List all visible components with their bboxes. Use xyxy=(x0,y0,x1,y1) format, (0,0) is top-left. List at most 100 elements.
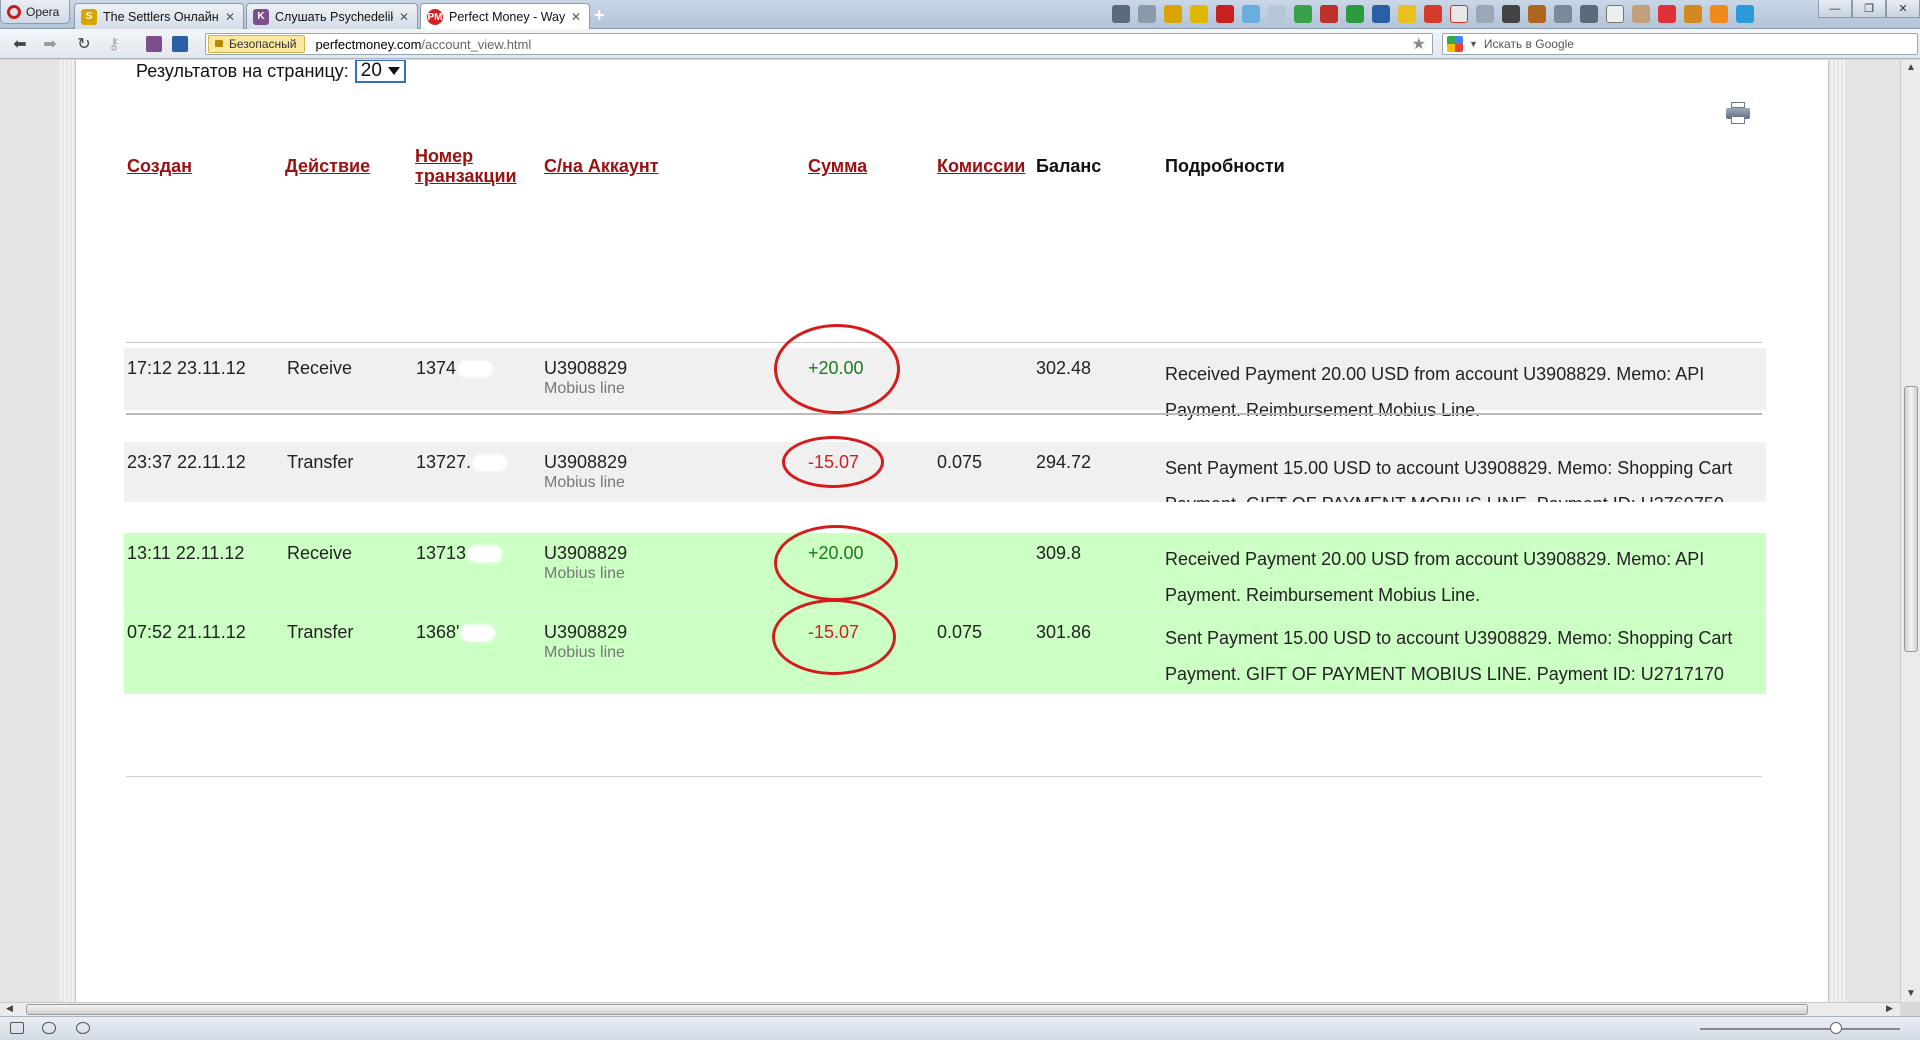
tab-label: Perfect Money - Way t... xyxy=(449,10,565,24)
results-per-page: Результатов на страницу: 20 xyxy=(136,60,406,83)
minimize-button[interactable]: — xyxy=(1818,0,1852,18)
speedometer-icon[interactable] xyxy=(76,1022,90,1034)
security-badge[interactable]: Безопасный xyxy=(208,35,306,53)
column-header-fee[interactable]: Комиссии xyxy=(937,156,1025,176)
column-header-transaction-line2: транзакции xyxy=(415,166,517,186)
mail-extension-icon[interactable] xyxy=(1216,5,1234,23)
bear-extension-icon[interactable] xyxy=(1528,5,1546,23)
compass-extension-icon[interactable] xyxy=(1606,5,1624,23)
reload-extension-icon[interactable] xyxy=(1632,5,1650,23)
row-account: U3908829 Mobius line xyxy=(544,452,627,492)
tab-psychedelik[interactable]: K Слушать Psychedelik ... ✕ xyxy=(246,3,418,29)
column-header-amount[interactable]: Сумма xyxy=(808,156,867,176)
address-field[interactable]: Безопасный perfectmoney.com/account_view… xyxy=(205,33,1433,55)
forward-arrow-icon[interactable]: ➡ xyxy=(40,34,60,54)
settlers-favicon-icon: S xyxy=(81,8,97,25)
opera-menu-label: Opera xyxy=(26,4,60,19)
url-path: /account_view.html xyxy=(421,36,532,52)
tab-close-icon[interactable]: ✕ xyxy=(225,10,235,24)
film-extension-icon[interactable] xyxy=(1502,5,1520,23)
speed-dial-icon[interactable] xyxy=(170,34,190,54)
url-domain: perfectmoney.com xyxy=(315,36,422,52)
weather-extension-icon[interactable] xyxy=(1268,5,1286,23)
odnoklassniki-extension-icon[interactable] xyxy=(1710,5,1728,23)
gift-extension-icon[interactable] xyxy=(1424,5,1442,23)
printer-icon[interactable] xyxy=(1726,102,1750,124)
row-account-id: U3908829 xyxy=(544,452,628,472)
left-page-border xyxy=(58,60,76,1002)
redaction-mark xyxy=(461,625,496,642)
cloud-icon[interactable] xyxy=(42,1022,56,1034)
key-icon[interactable]: ⚷ xyxy=(104,34,124,54)
amount-annotation-circle xyxy=(774,324,900,414)
puzzle-extension-icon[interactable] xyxy=(1190,5,1208,23)
tab-close-icon[interactable]: ✕ xyxy=(399,10,409,24)
row-created: 17:12 23.11.12 xyxy=(127,358,246,378)
row-action: Receive xyxy=(287,358,353,378)
table-bottom-divider xyxy=(126,776,1762,777)
twitter-extension-icon[interactable] xyxy=(1736,5,1754,23)
tab-close-icon[interactable]: ✕ xyxy=(571,10,581,24)
bookmark-star-icon[interactable]: ★ xyxy=(1412,34,1426,54)
camera-extension-icon[interactable] xyxy=(1580,5,1598,23)
pencil-extension-icon[interactable] xyxy=(1398,5,1416,23)
row-details: Received Payment 20.00 USD from account … xyxy=(1165,364,1705,420)
panel-toggle-icon[interactable] xyxy=(10,1022,24,1034)
search-field[interactable]: ▼ Искать в Google xyxy=(1442,33,1918,55)
row-balance: 302.48 xyxy=(1036,358,1092,378)
google-icon[interactable] xyxy=(1447,36,1463,52)
vertical-scroll-thumb[interactable] xyxy=(1904,386,1918,652)
zoom-slider-handle[interactable] xyxy=(1830,1022,1842,1034)
table-row: 23:37 22.11.12 Transfer 13727. U3908829 M… xyxy=(124,442,1766,514)
table-row: 17:12 23.11.12 Receive 1374 U3908829 Mobi… xyxy=(124,348,1766,420)
row-details: Received Payment 20.00 USD from account … xyxy=(1165,549,1705,605)
key-extension-icon[interactable] xyxy=(1112,5,1130,23)
scroll-left-arrow-icon[interactable]: ◀ xyxy=(6,1003,13,1014)
column-header-action[interactable]: Действие xyxy=(285,156,370,176)
opera-menu-button[interactable]: Opera xyxy=(0,0,70,24)
row-account-name: Mobius line xyxy=(544,474,625,491)
row-created: 23:37 22.11.12 xyxy=(127,452,246,472)
stack-extension-icon[interactable] xyxy=(1684,5,1702,23)
horizontal-scrollbar[interactable]: ◀ ▶ xyxy=(0,1002,1900,1016)
close-window-button[interactable]: ✕ xyxy=(1886,0,1920,18)
green-extension-icon[interactable] xyxy=(1294,5,1312,23)
new-tab-icon[interactable]: + xyxy=(594,5,605,26)
security-label: Безопасный xyxy=(229,37,297,51)
link-extension-icon[interactable] xyxy=(1138,5,1156,23)
vertical-scrollbar[interactable]: ▲ ▼ xyxy=(1900,60,1920,1002)
heart-extension-icon[interactable] xyxy=(1658,5,1676,23)
scroll-right-arrow-icon[interactable]: ▶ xyxy=(1886,1003,1893,1014)
row-fee: 0.075 xyxy=(937,452,983,472)
row-action: Transfer xyxy=(287,452,354,472)
sound-extension-icon[interactable] xyxy=(1476,5,1494,23)
tab-settlers[interactable]: S The Settlers Онлайн - ... ✕ xyxy=(74,3,244,29)
row-transaction-number: 13727. xyxy=(416,452,508,473)
grid-extension-icon[interactable] xyxy=(1554,5,1572,23)
column-header-account[interactable]: С/на Аккаунт xyxy=(544,156,659,176)
settlers-extension-icon[interactable] xyxy=(1164,5,1182,23)
search-engine-dropdown-icon[interactable]: ▼ xyxy=(1469,39,1478,49)
music-shortcut-icon[interactable] xyxy=(144,34,164,54)
scroll-up-arrow-icon[interactable]: ▲ xyxy=(1905,62,1917,73)
row-account-name: Mobius line xyxy=(544,380,625,397)
extension-toolbar xyxy=(1112,5,1754,23)
results-per-page-select[interactable]: 20 xyxy=(354,60,406,83)
column-header-transaction-number[interactable]: Номер транзакции xyxy=(415,146,517,186)
reload-icon[interactable]: ↻ xyxy=(74,34,94,54)
leaf-extension-icon[interactable] xyxy=(1346,5,1364,23)
amount-annotation-circle xyxy=(774,525,898,601)
back-arrow-icon[interactable]: ⬅ xyxy=(10,34,30,54)
cross-extension-icon[interactable] xyxy=(1242,5,1260,23)
restore-button[interactable]: ❐ xyxy=(1852,0,1886,18)
tab-perfect-money[interactable]: PM Perfect Money - Way t... ✕ xyxy=(420,3,590,30)
zoom-slider[interactable] xyxy=(1700,1028,1900,1030)
scroll-down-arrow-icon[interactable]: ▼ xyxy=(1905,988,1917,999)
circle-extension-icon[interactable] xyxy=(1450,5,1468,23)
column-header-created[interactable]: Создан xyxy=(127,156,192,176)
notes-extension-icon[interactable] xyxy=(1372,5,1390,23)
vk-extension-icon[interactable] xyxy=(1320,5,1338,23)
horizontal-scroll-thumb[interactable] xyxy=(26,1004,1808,1015)
row-balance: 294.72 xyxy=(1036,452,1092,472)
row-transaction-number: 1374 xyxy=(416,358,493,379)
